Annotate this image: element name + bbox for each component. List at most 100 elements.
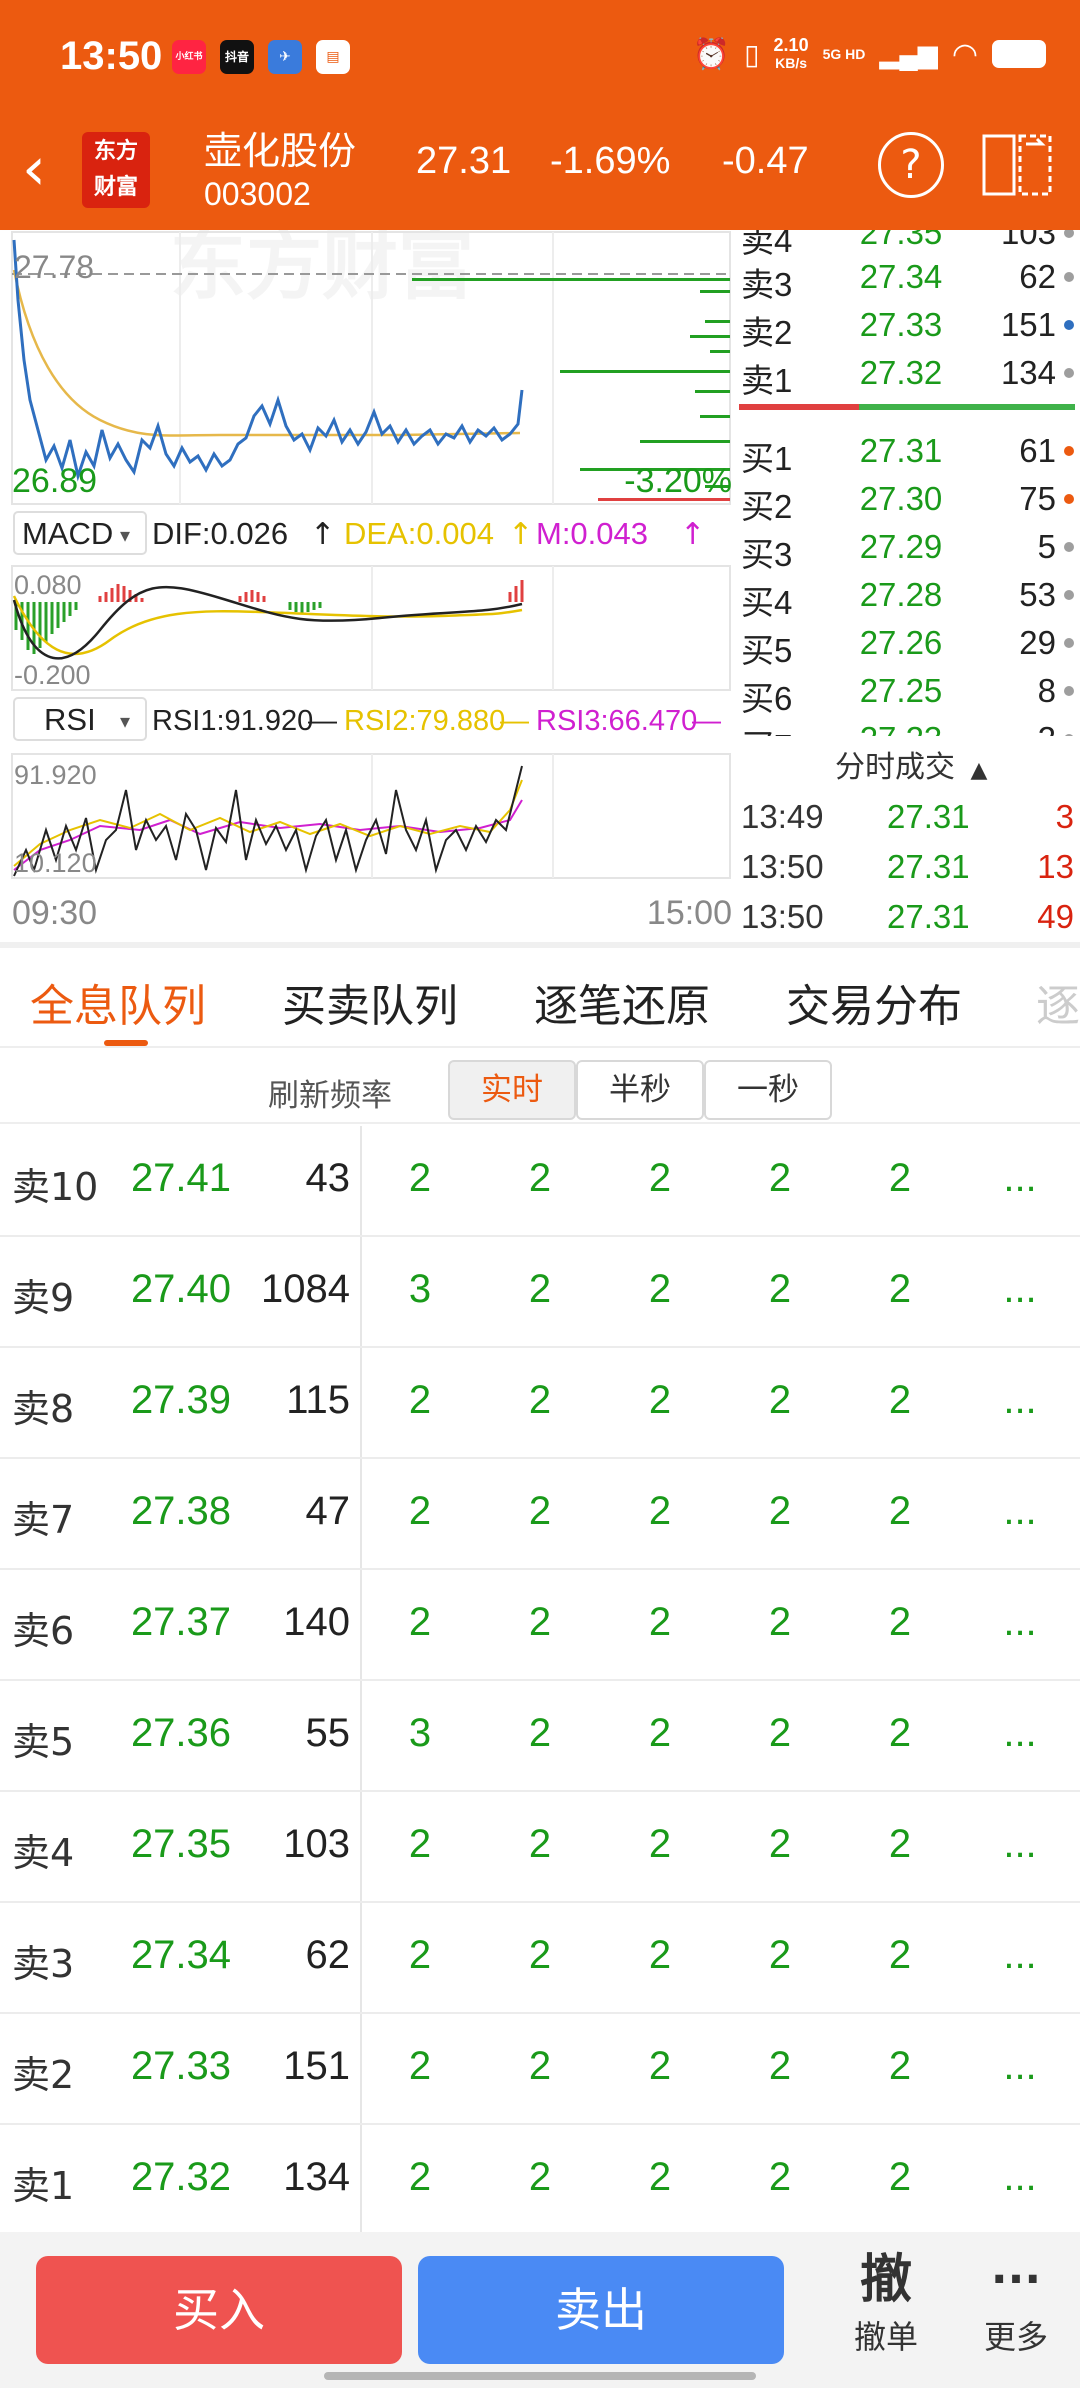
back-icon[interactable]: ‹ (22, 134, 72, 204)
tab-trade-distribution[interactable]: 交易分布 (786, 970, 962, 1034)
m-up-arrow-icon: ↑ (680, 517, 705, 552)
queue-order-size: 2 (408, 2044, 432, 2088)
order-queue-table[interactable]: 卖10 27.41 43 2 2 2 2 2... 卖9 27.40 1084 3 2 2 2 2... 卖8 2… (0, 1126, 1080, 2236)
queue-level-price: 27.36 (130, 1711, 232, 1755)
network-label: 5G HD (822, 46, 866, 62)
intraday-chart[interactable]: 东方财富 27.78 26.89 -3.20% MACD ▾ DIF:0.026… (0, 221, 735, 942)
sell-level-price: 27.35 (859, 230, 943, 251)
queue-level-label: 卖10 (12, 1165, 99, 1209)
current-price: 27.31 (416, 140, 512, 182)
queue-order-size: 2 (648, 1600, 672, 1644)
queue-order-size: 2 (408, 1933, 432, 1977)
xiaohongshu-icon: 小红书 (172, 40, 206, 74)
triangle-up-icon: ▲ (970, 758, 988, 783)
queue-order-size: 2 (528, 1933, 552, 1977)
queue-more-button[interactable]: ... (990, 1933, 1050, 1978)
queue-more-button[interactable]: ... (990, 1489, 1050, 1534)
queue-order-size: 2 (528, 1822, 552, 1866)
queue-more-button[interactable]: ... (990, 2044, 1050, 2089)
plane-icon: ✈ (268, 40, 302, 74)
status-right: ⏰ ▯ 2.10 KB/s 5G HD ▂▄▆ ◠ (693, 36, 1046, 72)
buy-button[interactable]: 买入 (36, 2256, 402, 2364)
buy-level-label: 买2 (741, 488, 793, 525)
queue-order-size: 2 (528, 1711, 552, 1755)
queue-order-size: 2 (648, 1711, 672, 1755)
tick-price: 27.31 (887, 848, 970, 885)
cancel-order-action[interactable]: 撤 撤单 (836, 2248, 936, 2358)
queue-order-size: 2 (768, 1378, 792, 1422)
queue-order-size: 2 (408, 1378, 432, 1422)
time-start-label: 09:30 (12, 894, 97, 932)
sell-level-volume: 62 (1019, 258, 1056, 295)
tab-buy-sell-queue[interactable]: 买卖队列 (282, 970, 458, 1034)
queue-level-volume: 134 (283, 2155, 350, 2199)
buy-level-label: 买1 (741, 440, 793, 477)
buy-level-volume: 61 (1019, 432, 1056, 469)
dea-line (12, 595, 523, 656)
queue-more-button[interactable]: ... (990, 1711, 1050, 1756)
order-book[interactable]: 卖4 27.35 103 卖3 27.34 62 卖2 27.33 151 卖1… (735, 230, 1080, 942)
queue-level-label: 卖1 (12, 2164, 75, 2208)
stock-name[interactable]: 壶化股份 (204, 120, 356, 175)
queue-level-label: 卖6 (12, 1609, 75, 1653)
caret-down-icon: ▾ (120, 709, 130, 733)
queue-more-button[interactable]: ... (990, 1156, 1050, 1201)
more-action[interactable]: ··· 更多 (966, 2248, 1066, 2358)
buy-level-price: 27.25 (859, 672, 943, 709)
help-icon[interactable]: ? (878, 132, 944, 198)
refresh-half-second-option[interactable]: 半秒 (576, 1060, 704, 1120)
queue-row: 卖2 27.33 151 2 2 2 2 2... (0, 2014, 1080, 2125)
tick-time: 13:49 (741, 798, 824, 835)
queue-order-size: 2 (768, 2044, 792, 2088)
buy-level-volume: 53 (1019, 576, 1056, 613)
tab-full-queue[interactable]: 全息队列 (30, 970, 206, 1034)
queue-level-price: 27.39 (130, 1378, 232, 1422)
level-dot-icon (1064, 638, 1074, 648)
queue-order-size: 2 (648, 2155, 672, 2199)
queue-order-size: 2 (888, 1489, 912, 1533)
tick-row: 13:50 27.31 49 (735, 892, 1080, 940)
queue-order-size: 2 (888, 1600, 912, 1644)
tab-more-partial[interactable]: 逐 (1036, 970, 1080, 1034)
rsi3-value: RSI3:66.470 (536, 705, 697, 737)
ticks-header[interactable]: 分时成交 ▲ (835, 742, 987, 786)
sell-level-row: 卖3 27.34 62 (735, 252, 1080, 303)
tick-row: 13:49 27.31 3 (735, 792, 1080, 840)
dif-value: DIF:0.026 (152, 516, 288, 551)
rsi3-dash-icon: — (692, 705, 721, 737)
tab-tick-restore[interactable]: 逐笔还原 (534, 970, 710, 1034)
queue-more-button[interactable]: ... (990, 1822, 1050, 1867)
dif-line (12, 585, 523, 660)
layout-switch-icon[interactable] (982, 132, 1052, 198)
queue-more-button[interactable]: ... (990, 2155, 1050, 2200)
refresh-realtime-option[interactable]: 实时 (448, 1060, 576, 1120)
sell-button[interactable]: 卖出 (418, 2256, 784, 2364)
tab-bar: 全息队列 买卖队列 逐笔还原 交易分布 逐 (0, 948, 1080, 1048)
level-dot-icon (1064, 686, 1074, 696)
douyin-icon: 抖音 (220, 40, 254, 74)
refresh-one-second-option[interactable]: 一秒 (704, 1060, 832, 1120)
tick-volume: 49 (1037, 898, 1074, 935)
queue-level-volume: 62 (305, 1933, 351, 1977)
refresh-rate-label: 刷新频率 (268, 1078, 392, 1114)
queue-order-size: 3 (408, 1267, 432, 1311)
tick-row: 13:50 27.31 13 (735, 842, 1080, 890)
queue-level-volume: 115 (286, 1378, 350, 1422)
tick-price: 27.31 (887, 798, 970, 835)
level-dot-icon (1064, 272, 1074, 282)
queue-order-size: 2 (528, 1378, 552, 1422)
queue-more-button[interactable]: ... (990, 1267, 1050, 1312)
wallet-icon: ▤ (316, 40, 350, 74)
rsi1-dash-icon: — (308, 705, 337, 737)
chart-area[interactable]: 东方财富 27.78 26.89 -3.20% MACD ▾ DIF:0.026… (0, 221, 735, 942)
status-app-icons: 小红书 抖音 ✈ ▤ (172, 40, 350, 74)
queue-level-price: 27.35 (130, 1822, 232, 1866)
queue-more-button[interactable]: ... (990, 1378, 1050, 1423)
sell-level-price: 27.32 (859, 354, 943, 391)
queue-more-button[interactable]: ... (990, 1600, 1050, 1645)
buy-level-volume: 5 (1037, 528, 1056, 565)
queue-level-price: 27.32 (130, 2155, 232, 2199)
buy-level-price: 27.28 (859, 576, 943, 613)
queue-order-size: 2 (528, 1267, 552, 1311)
tick-time: 13:50 (741, 848, 824, 885)
